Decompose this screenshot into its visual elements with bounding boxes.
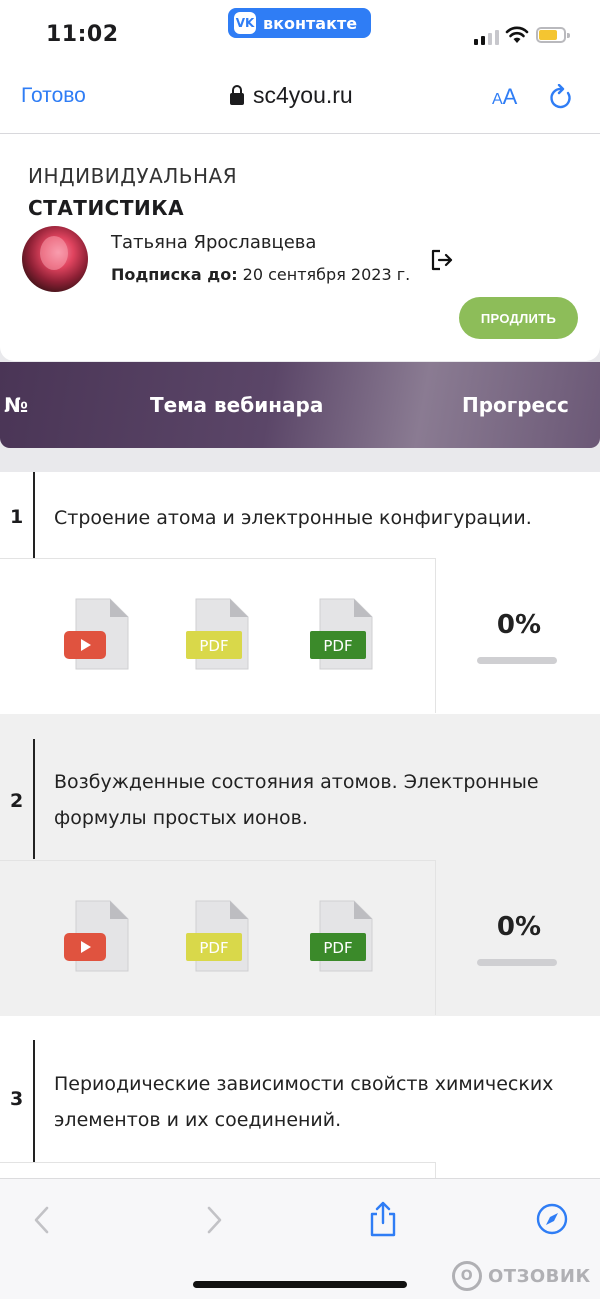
webinar-topic[interactable]: Возбужденные состояния атомов. Электронн… [54, 764, 589, 836]
table-row: 1 Строение атома и электронные конфигура… [0, 472, 600, 714]
materials-cell: PDF PDF [0, 860, 436, 1015]
video-file-icon[interactable] [64, 597, 132, 673]
text-size-small: A [492, 91, 503, 108]
subscription-info: Подписка до: 20 сентября 2023 г. [111, 265, 410, 284]
profile-card: ИНДИВИДУАЛЬНАЯ СТАТИСТИКА Татьяна Яросла… [0, 134, 600, 361]
column-topic: Тема вебинара [150, 393, 324, 417]
row-divider [33, 739, 35, 859]
table-row: 3 Периодические зависимости свойств хими… [0, 1016, 600, 1178]
page-title-line2: СТАТИСТИКА [28, 196, 185, 220]
back-chevron-icon[interactable] [32, 1205, 52, 1235]
materials-cell: PDF PDF [0, 558, 436, 713]
progress-percent: 0% [496, 912, 542, 942]
progress-cell: 0% [438, 558, 600, 713]
page-title-line1: ИНДИВИДУАЛЬНАЯ [28, 164, 238, 188]
progress-cell: 0% [438, 860, 600, 1015]
webinar-topic[interactable]: Периодические зависимости свойств химиче… [54, 1066, 589, 1138]
browser-toolbar: Готово sc4you.ru AA [0, 62, 600, 134]
text-size-large: A [502, 84, 518, 109]
battery-icon [536, 27, 570, 43]
avatar [22, 226, 88, 292]
watermark-text: ОТЗОВИК [488, 1265, 591, 1287]
done-button[interactable]: Готово [21, 84, 86, 108]
address-bar[interactable]: sc4you.ru [230, 82, 353, 109]
pdf-file-icon[interactable]: PDF [184, 899, 252, 975]
home-indicator[interactable] [193, 1281, 407, 1288]
row-number: 1 [10, 506, 24, 528]
row-divider [33, 472, 35, 558]
text-size-button[interactable]: AA [492, 84, 517, 110]
pdf-file-icon[interactable]: PDF [308, 899, 376, 975]
video-file-icon[interactable] [64, 899, 132, 975]
wifi-icon [505, 26, 529, 43]
vk-logo-icon: VK [234, 12, 256, 34]
signal-icon [474, 30, 499, 45]
table-row: 2 Возбужденные состояния атомов. Электро… [0, 714, 600, 1016]
svg-text:PDF: PDF [323, 939, 352, 957]
svg-text:PDF: PDF [199, 939, 228, 957]
progress-percent: 0% [496, 610, 542, 640]
pdf-file-icon[interactable]: PDF [184, 597, 252, 673]
browser-bottom-toolbar: О ОТЗОВИК [0, 1178, 600, 1299]
logout-icon[interactable] [430, 248, 454, 272]
svg-text:PDF: PDF [199, 637, 228, 655]
subscription-label: Подписка до: [111, 265, 238, 284]
app-badge-label: вконтакте [263, 13, 358, 33]
user-name: Татьяна Ярославцева [111, 232, 317, 253]
svg-text:PDF: PDF [323, 637, 352, 655]
table-header: № Тема вебинара Прогресс [0, 362, 600, 448]
column-progress: Прогресс [462, 393, 569, 417]
renew-button[interactable]: ПРОДЛИТЬ [459, 297, 578, 339]
reload-icon[interactable] [548, 84, 574, 112]
row-number: 3 [10, 1088, 24, 1110]
materials-cell [0, 1162, 436, 1178]
column-number: № [4, 393, 29, 417]
watermark-logo-icon: О [452, 1261, 482, 1291]
back-to-app-badge[interactable]: VK вконтакте [228, 8, 371, 38]
row-number: 2 [10, 790, 24, 812]
status-time: 11:02 [46, 22, 119, 47]
row-divider [33, 1040, 35, 1162]
forward-chevron-icon[interactable] [204, 1205, 224, 1235]
pdf-file-icon[interactable]: PDF [308, 597, 376, 673]
status-bar: 11:02 VK вконтакте [0, 0, 600, 62]
progress-bar [477, 959, 557, 966]
share-icon[interactable] [368, 1201, 398, 1237]
url-text: sc4you.ru [253, 82, 353, 108]
watermark: О ОТЗОВИК [452, 1261, 591, 1291]
subscription-date: 20 сентября 2023 г. [237, 265, 411, 284]
compass-icon[interactable] [536, 1203, 568, 1235]
webinar-topic[interactable]: Строение атома и электронные конфигураци… [54, 500, 589, 536]
lock-icon [230, 84, 244, 105]
progress-bar [477, 657, 557, 664]
